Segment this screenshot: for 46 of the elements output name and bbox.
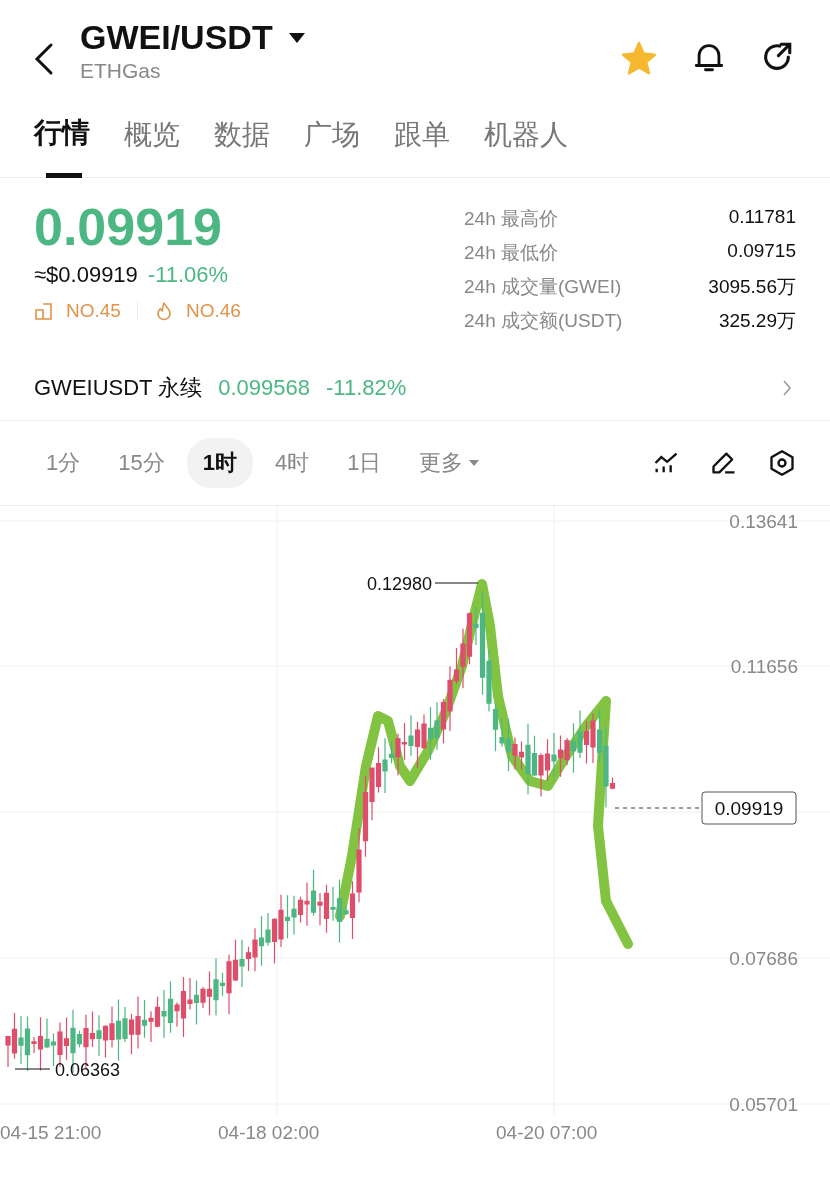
rank-label: NO.46 xyxy=(185,300,241,322)
rank-label: NO.45 xyxy=(66,300,121,322)
stat-value: 3095.56万 xyxy=(708,275,796,299)
tab[interactable]: 机器人 xyxy=(484,112,568,178)
usd-price: ≈$0.09919 xyxy=(34,262,138,288)
stat-label: 24h 最低价 xyxy=(464,241,558,265)
chevron-right-icon xyxy=(782,379,792,397)
axis-label: 0.05701 xyxy=(729,1094,798,1115)
timeframe-tab[interactable]: 1时 xyxy=(186,438,253,488)
current-price-tag: 0.09919 xyxy=(701,791,797,825)
tab[interactable]: 数据 xyxy=(214,112,270,178)
settings-icon[interactable] xyxy=(768,449,796,477)
tab[interactable]: 行情 xyxy=(34,112,90,178)
perpetual-row[interactable]: GWEIUSDT 永续 0.099568 -11.82% xyxy=(0,356,830,421)
timeframe-tab[interactable]: 1分 xyxy=(30,438,97,488)
timeframe-tab[interactable]: 1日 xyxy=(331,438,398,488)
perpetual-name: GWEIUSDT 永续 xyxy=(34,374,203,402)
tab[interactable]: 概览 xyxy=(124,112,180,178)
axis-label: 0.07686 xyxy=(729,948,798,969)
perpetual-price: 0.099568 xyxy=(218,375,311,401)
bar-chart-icon xyxy=(34,301,54,321)
caret-icon xyxy=(469,460,480,466)
axis-label: 0.11656 xyxy=(730,656,798,677)
timeframe-tab[interactable]: 更多 xyxy=(403,438,496,488)
timeframe-tab[interactable]: 15分 xyxy=(102,438,181,488)
pair-subtitle: ETHGas xyxy=(80,59,162,83)
tab[interactable]: 跟单 xyxy=(394,112,450,178)
stat-label: 24h 成交量(GWEI) xyxy=(464,275,622,299)
perpetual-change: -11.82% xyxy=(326,375,407,401)
back-icon[interactable] xyxy=(34,42,54,76)
tab[interactable]: 广场 xyxy=(304,112,360,178)
pair-title[interactable]: GWEI/USDT xyxy=(80,18,273,57)
stat-label: 24h 最高价 xyxy=(464,207,558,231)
axis-label: 04-15 21:00 xyxy=(0,1122,102,1144)
dropdown-icon[interactable] xyxy=(288,32,305,43)
stat-value: 0.09715 xyxy=(727,240,796,263)
axis-label: 0.13641 xyxy=(729,511,798,532)
stat-value: 325.29万 xyxy=(718,309,796,333)
timeframe-tab[interactable]: 4时 xyxy=(259,438,326,488)
price-change: -11.06% xyxy=(147,262,229,288)
stat-label: 24h 成交额(USDT) xyxy=(464,309,623,333)
axis-label: 04-20 07:00 xyxy=(496,1122,598,1144)
stat-value: 0.11781 xyxy=(728,206,796,229)
last-price: 0.09919 xyxy=(34,198,223,256)
axis-label: 04-18 02:00 xyxy=(218,1122,320,1144)
pencil-icon[interactable] xyxy=(710,449,738,477)
